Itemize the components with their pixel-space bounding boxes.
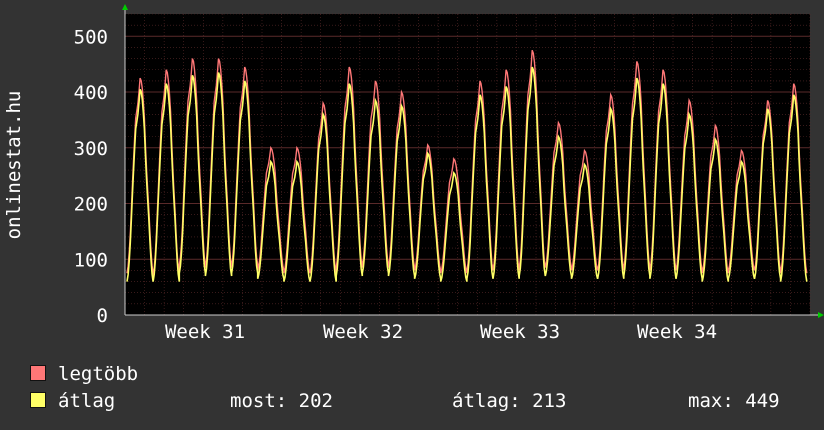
max-swatch <box>30 364 46 381</box>
x-tick-label: Week 33 <box>480 321 560 343</box>
y-tick-label: 300 <box>74 138 108 160</box>
y-tick-label: 400 <box>74 82 108 104</box>
legend-avg: átlag <box>30 390 115 412</box>
x-tick-label: Week 34 <box>637 321 717 343</box>
y-axis-arrow <box>122 4 128 10</box>
x-axis-arrow <box>818 312 824 318</box>
y-tick-label: 100 <box>74 249 108 271</box>
y-tick-label: 200 <box>74 194 108 216</box>
y-axis-label: onlinestat.hu <box>3 91 25 240</box>
traffic-chart: 0 100 200 300 400 500 Week 31 Week 32 Week 33 Wee… <box>3 4 824 343</box>
y-tick-label: 500 <box>74 26 108 48</box>
avg-swatch <box>30 391 46 408</box>
legend-avg-label: átlag <box>58 390 116 412</box>
x-tick-label: Week 32 <box>323 321 403 343</box>
stat-max: max: 449 <box>688 390 780 412</box>
stat-current: most: 202 <box>230 390 333 412</box>
legend-max: legtöbb <box>30 363 138 385</box>
y-tick-label: 0 <box>97 305 108 327</box>
legend-max-label: legtöbb <box>58 363 139 385</box>
stat-average: átlag: 213 <box>452 390 567 412</box>
x-tick-label: Week 31 <box>165 321 245 343</box>
